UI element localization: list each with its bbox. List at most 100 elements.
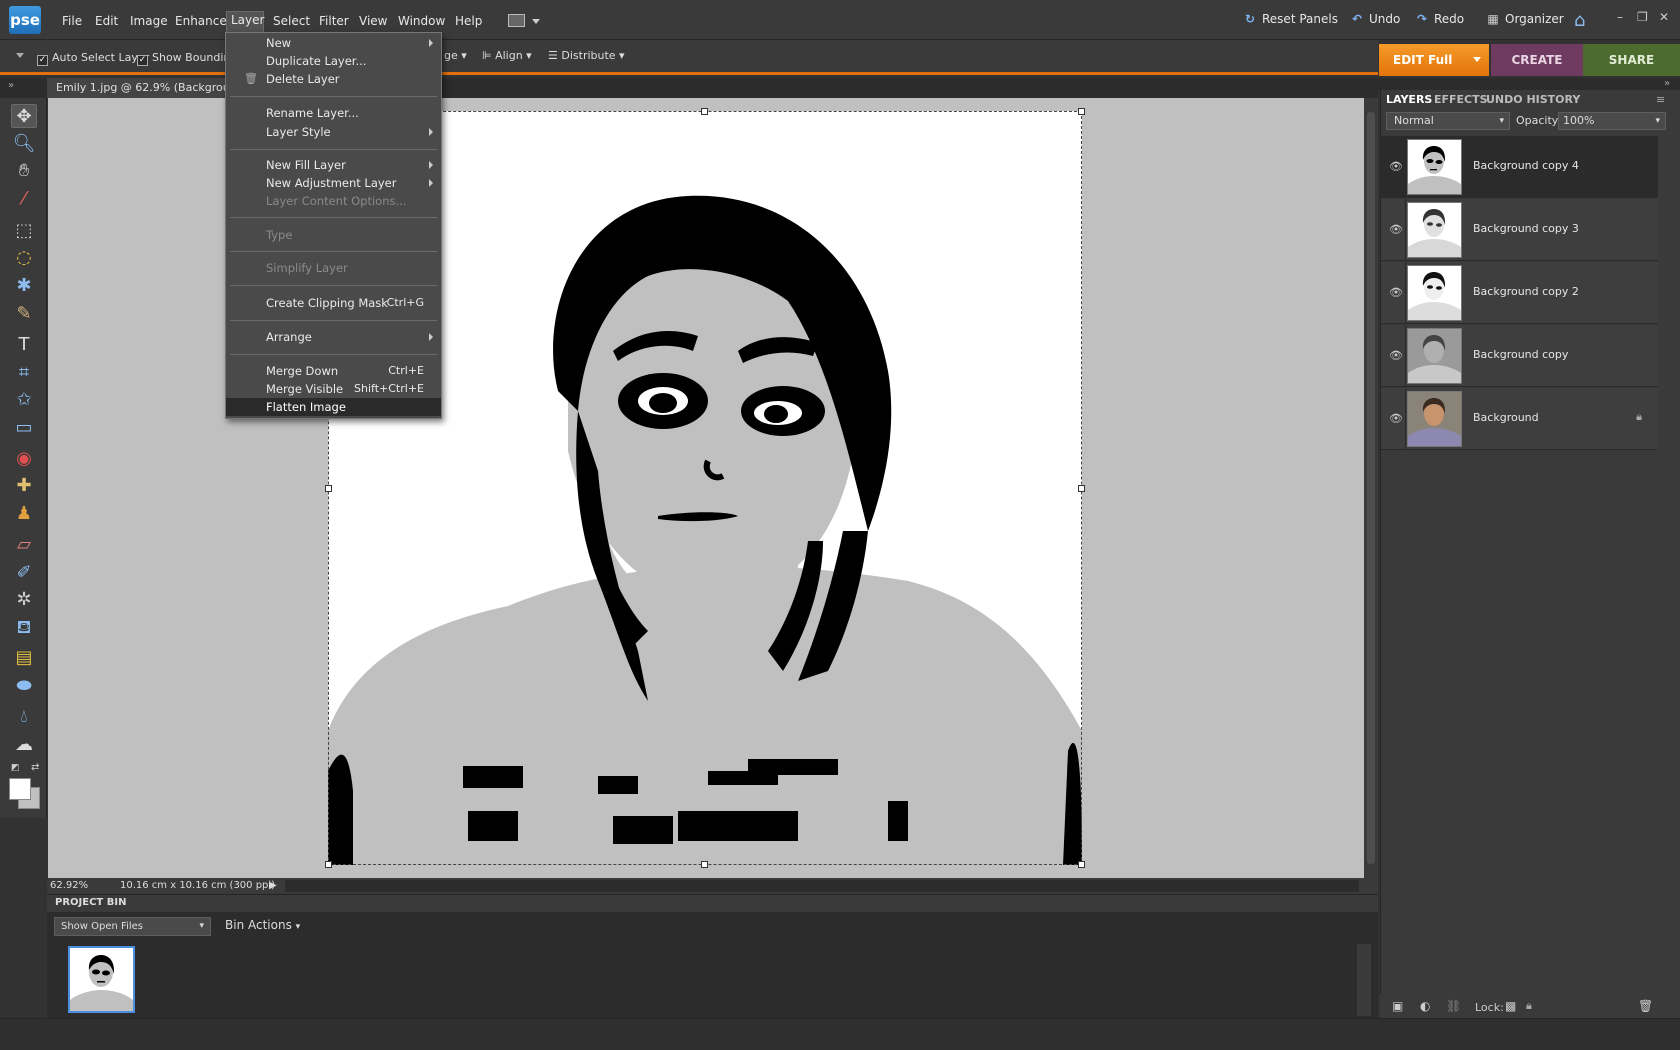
- blur-tool-icon[interactable]: 💧︎: [11, 705, 37, 729]
- visibility-eye-icon[interactable]: 👁︎: [1389, 286, 1403, 299]
- layer-name[interactable]: Background copy 2: [1473, 285, 1579, 298]
- new-layer-icon[interactable]: ▣: [1392, 999, 1403, 1013]
- layer-name[interactable]: Background copy 3: [1473, 222, 1579, 235]
- redo-button[interactable]: ↷ Redo: [1414, 12, 1464, 26]
- align-button[interactable]: ⊫ Align ▾: [482, 49, 532, 62]
- zoom-level[interactable]: 62.92%: [50, 880, 88, 891]
- layer-row[interactable]: 👁︎ Background copy 4: [1381, 136, 1658, 198]
- foreground-color-swatch[interactable]: [9, 778, 31, 800]
- organizer-button[interactable]: ▦ Organizer: [1485, 12, 1563, 26]
- move-tool-icon[interactable]: ✥: [11, 104, 37, 128]
- status-menu-arrow-icon[interactable]: ▶: [269, 880, 277, 891]
- menu-edit[interactable]: Edit: [91, 12, 122, 30]
- bbox-handle-top[interactable]: [701, 108, 708, 115]
- menu-item-rename-layer[interactable]: Rename Layer...: [226, 104, 441, 122]
- chevron-down-icon[interactable]: [1473, 57, 1481, 62]
- visibility-eye-icon[interactable]: 👁︎: [1389, 223, 1403, 236]
- magic-wand-tool-icon[interactable]: ✱: [11, 274, 37, 298]
- cookie-cutter-tool-icon[interactable]: ✩: [11, 388, 37, 412]
- crop-tool-icon[interactable]: ⌗: [11, 361, 37, 385]
- collapse-panel-icon[interactable]: »: [1664, 78, 1670, 89]
- opacity-field[interactable]: 100% ▾: [1558, 112, 1666, 130]
- menu-item-delete-layer[interactable]: 🗑︎ Delete Layer: [226, 70, 441, 88]
- restore-icon[interactable]: ❐: [1637, 10, 1648, 24]
- menu-item-merge-visible[interactable]: Merge Visible Shift+Ctrl+E: [226, 380, 441, 398]
- canvas-vertical-scrollbar[interactable]: [1364, 98, 1378, 878]
- menu-item-arrange[interactable]: Arrange: [226, 328, 441, 346]
- layer-row[interactable]: 👁︎ Background copy: [1381, 325, 1658, 387]
- panel-menu-icon[interactable]: ≡: [1656, 93, 1665, 106]
- bbox-handle-bottom-left[interactable]: [325, 861, 332, 868]
- smart-brush-tool-icon[interactable]: ✲: [11, 588, 37, 612]
- tool-preset-dropdown-icon[interactable]: [16, 53, 24, 58]
- home-icon[interactable]: ⌂: [1574, 10, 1585, 31]
- close-icon[interactable]: ✕: [1659, 10, 1669, 24]
- straighten-tool-icon[interactable]: ▭: [11, 416, 37, 440]
- menu-help[interactable]: Help: [451, 12, 486, 30]
- menu-item-merge-down[interactable]: Merge Down Ctrl+E: [226, 362, 441, 380]
- tab-create[interactable]: CREATE: [1491, 44, 1583, 76]
- arrange-button[interactable]: ge ▾: [444, 49, 467, 62]
- tab-effects[interactable]: EFFECTS: [1434, 93, 1488, 106]
- visibility-eye-icon[interactable]: 👁︎: [1389, 160, 1403, 173]
- document-tab[interactable]: Emily 1.jpg @ 62.9% (Background copy: [47, 78, 227, 98]
- menu-file[interactable]: File: [58, 12, 86, 30]
- eraser-tool-icon[interactable]: ▱: [11, 533, 37, 557]
- link-layers-icon[interactable]: ⛓︎: [1446, 999, 1461, 1013]
- lock-transparency-icon[interactable]: ▩: [1505, 999, 1516, 1013]
- menu-item-flatten-image[interactable]: Flatten Image: [226, 398, 441, 416]
- menu-window[interactable]: Window: [394, 12, 449, 30]
- bin-thumbnail[interactable]: [68, 946, 135, 1013]
- menu-item-duplicate-layer[interactable]: Duplicate Layer...: [226, 52, 441, 70]
- menu-item-layer-style[interactable]: Layer Style: [226, 123, 441, 141]
- layer-name[interactable]: Background copy 4: [1473, 159, 1579, 172]
- tab-edit-full[interactable]: EDIT Full: [1379, 44, 1489, 76]
- menu-filter[interactable]: Filter: [315, 12, 353, 30]
- tab-share[interactable]: SHARE: [1583, 44, 1680, 76]
- clone-stamp-tool-icon[interactable]: ♟: [11, 502, 37, 526]
- shape-tool-icon[interactable]: ⬬: [11, 674, 37, 698]
- menu-image[interactable]: Image: [126, 12, 172, 30]
- menu-select[interactable]: Select: [269, 12, 314, 30]
- layer-name[interactable]: Background copy: [1473, 348, 1568, 361]
- layer-row[interactable]: 👁︎ Background copy 2: [1381, 262, 1658, 324]
- lasso-tool-icon[interactable]: ◌: [11, 246, 37, 270]
- menu-enhance[interactable]: Enhance: [171, 12, 231, 30]
- lock-all-icon[interactable]: 🔒︎: [1526, 999, 1532, 1013]
- default-colors-icon[interactable]: ◩: [11, 763, 20, 773]
- blend-mode-select[interactable]: Normal ▾: [1386, 112, 1510, 130]
- red-eye-tool-icon[interactable]: ◉: [11, 447, 37, 471]
- eyedropper-tool-icon[interactable]: ⁄: [11, 187, 37, 211]
- layer-row[interactable]: 👁︎ Background 🔒︎: [1381, 388, 1658, 450]
- bbox-handle-left[interactable]: [325, 485, 332, 492]
- sponge-tool-icon[interactable]: ☁: [11, 733, 37, 757]
- bbox-handle-top-right[interactable]: [1078, 108, 1085, 115]
- menu-item-create-clipping-mask[interactable]: Create Clipping Mask Ctrl+G: [226, 294, 441, 312]
- bin-scrollbar[interactable]: [1357, 944, 1371, 1016]
- brush-tool-icon[interactable]: ✐: [11, 561, 37, 585]
- tab-layers[interactable]: LAYERS: [1386, 93, 1432, 106]
- minimize-icon[interactable]: –: [1617, 10, 1623, 24]
- collapse-toolbox-icon[interactable]: »: [8, 80, 14, 91]
- swap-colors-icon[interactable]: ⇄: [31, 762, 39, 773]
- paint-bucket-tool-icon[interactable]: ⛾: [11, 616, 37, 640]
- adjustment-layer-icon[interactable]: ◐: [1420, 999, 1430, 1013]
- tab-undo-history[interactable]: UNDO HISTORY: [1486, 93, 1580, 106]
- menu-layer[interactable]: Layer: [226, 11, 264, 33]
- healing-brush-tool-icon[interactable]: ✚: [11, 474, 37, 498]
- trash-icon[interactable]: 🗑︎: [1638, 999, 1653, 1013]
- bbox-handle-bottom[interactable]: [701, 861, 708, 868]
- layer-row[interactable]: 👁︎ Background copy 3: [1381, 199, 1658, 261]
- zoom-tool-icon[interactable]: 🔍︎: [11, 132, 37, 156]
- reset-panels-button[interactable]: ↻ Reset Panels: [1242, 12, 1338, 26]
- scroll-thumb[interactable]: [1367, 112, 1375, 864]
- layer-name[interactable]: Background: [1473, 411, 1539, 424]
- bbox-handle-right[interactable]: [1078, 485, 1085, 492]
- show-bounding-checkbox[interactable]: ✓ Show Bounding: [137, 51, 237, 66]
- visibility-eye-icon[interactable]: 👁︎: [1389, 349, 1403, 362]
- hand-tool-icon[interactable]: ✋︎: [11, 159, 37, 183]
- workspace-layout-button[interactable]: [508, 12, 542, 30]
- type-tool-icon[interactable]: T: [11, 333, 37, 357]
- menu-item-new[interactable]: New: [226, 34, 441, 52]
- bbox-handle-bottom-right[interactable]: [1078, 861, 1085, 868]
